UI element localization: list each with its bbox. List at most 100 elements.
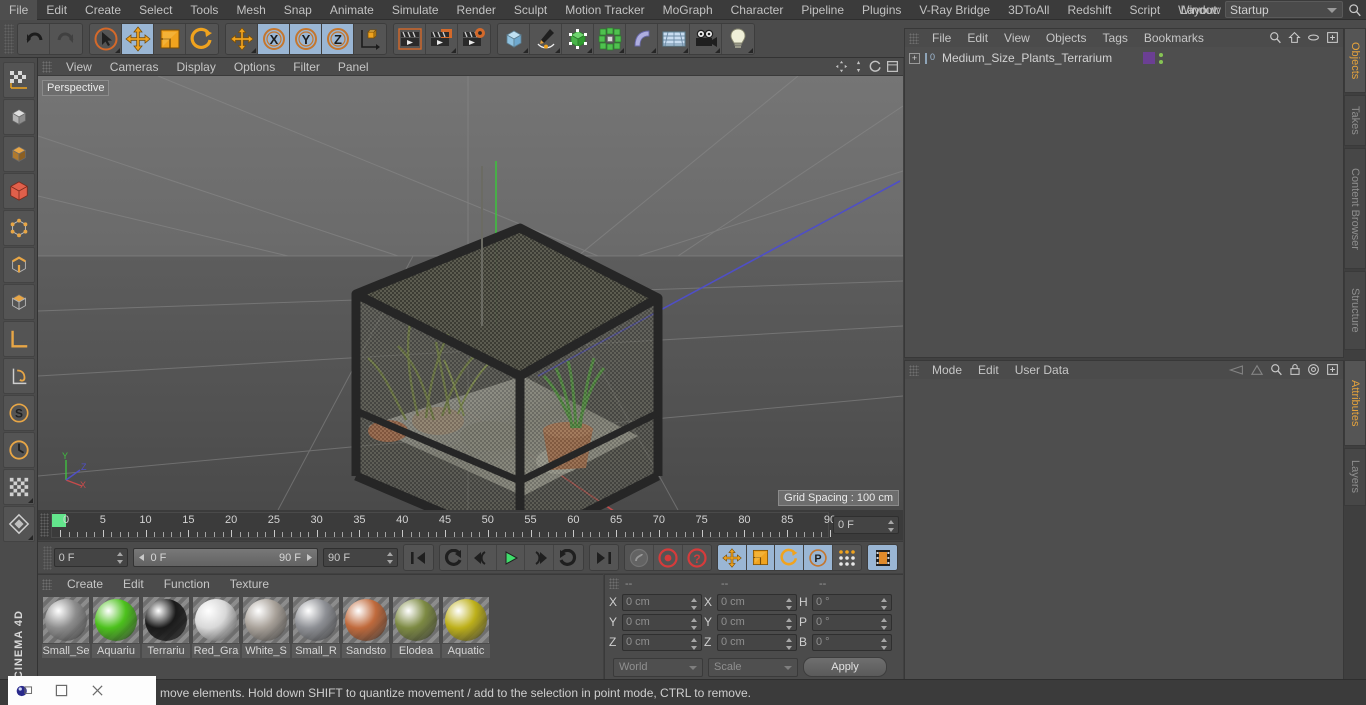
menu-item-motion-tracker[interactable]: Motion Tracker xyxy=(556,0,653,20)
rotation-input-1[interactable]: 0 ° xyxy=(812,613,892,631)
current-frame-input[interactable]: 0 F xyxy=(53,548,129,567)
move-dup-button[interactable] xyxy=(226,23,258,54)
menu-item-create[interactable]: Create xyxy=(76,0,130,20)
undo-button[interactable] xyxy=(18,23,50,54)
search-icon[interactable] xyxy=(1269,31,1282,44)
polygon-mode-button[interactable] xyxy=(2,173,35,209)
deformer-button[interactable] xyxy=(626,23,658,54)
go-to-start-button[interactable] xyxy=(403,545,433,570)
close-window-icon[interactable] xyxy=(88,682,106,700)
viewport-solo-button[interactable] xyxy=(2,432,35,468)
keyframe-selection-button[interactable]: ? xyxy=(682,545,712,570)
workplane-button[interactable] xyxy=(2,321,35,357)
size-input-2[interactable]: 0 cm xyxy=(717,633,797,651)
transport-grip[interactable] xyxy=(43,545,52,570)
viewport-menu-cameras[interactable]: Cameras xyxy=(101,58,168,76)
menu-item-redshift[interactable]: Redshift xyxy=(1058,0,1120,20)
menu-item-mograph[interactable]: MoGraph xyxy=(654,0,722,20)
material-tag-icon[interactable] xyxy=(1143,52,1155,64)
viewport-menu-view[interactable]: View xyxy=(57,58,101,76)
viewport-canvas[interactable]: Perspective Grid Spacing : 100 cm Y Z X xyxy=(38,76,903,510)
position-key-button[interactable] xyxy=(718,545,747,570)
menu-item-sculpt[interactable]: Sculpt xyxy=(505,0,556,20)
search-icon[interactable] xyxy=(1348,3,1362,17)
play-reverse-loop-button[interactable] xyxy=(439,545,469,570)
enable-axis-button[interactable] xyxy=(2,358,35,394)
material-swatch[interactable]: Small_Se xyxy=(42,597,90,658)
go-to-end-button[interactable] xyxy=(589,545,619,570)
range-left-handle-icon[interactable] xyxy=(137,553,146,562)
menu-item-character[interactable]: Character xyxy=(722,0,793,20)
lock-x-button[interactable]: X xyxy=(258,23,290,54)
previous-frame-button[interactable] xyxy=(468,545,497,570)
menu-item-edit[interactable]: Edit xyxy=(37,0,76,20)
live-selection-button[interactable] xyxy=(90,23,122,54)
menu-item-3dtoall[interactable]: 3DToAll xyxy=(999,0,1058,20)
attribute-menu-user-data[interactable]: User Data xyxy=(1007,361,1077,379)
workplane-lock-button[interactable] xyxy=(2,506,35,542)
edge-mode-button[interactable] xyxy=(2,247,35,283)
maximize-window-icon[interactable] xyxy=(52,682,70,700)
object-menu-objects[interactable]: Objects xyxy=(1038,29,1095,47)
stepper-icon[interactable] xyxy=(888,520,895,532)
right-nav-icon[interactable] xyxy=(1250,364,1264,376)
lock-y-button[interactable]: Y xyxy=(290,23,322,54)
viewport-menu-filter[interactable]: Filter xyxy=(284,58,329,76)
mograph-button[interactable] xyxy=(594,23,626,54)
max-frame-input[interactable]: 90 F xyxy=(323,548,398,567)
snap-settings-button[interactable] xyxy=(2,469,35,505)
generator-button[interactable] xyxy=(562,23,594,54)
light-button[interactable] xyxy=(722,23,754,54)
scale-key-button[interactable] xyxy=(746,545,776,570)
menu-item-render[interactable]: Render xyxy=(448,0,505,20)
position-input-1[interactable]: 0 cm xyxy=(622,613,702,631)
coordinate-mode-select[interactable]: Scale xyxy=(708,657,798,677)
pan-icon[interactable] xyxy=(835,60,848,73)
coordinates-grip[interactable] xyxy=(609,578,619,589)
coordinate-system-select[interactable]: World xyxy=(613,657,703,677)
stepper-icon[interactable] xyxy=(786,597,793,610)
left-nav-icon[interactable] xyxy=(1228,364,1244,376)
param-key-button[interactable]: P xyxy=(804,545,833,570)
render-settings-button[interactable] xyxy=(458,23,490,54)
next-frame-button[interactable] xyxy=(525,545,555,570)
expand-icon[interactable]: + xyxy=(909,52,920,64)
visibility-dots-icon[interactable] xyxy=(1159,52,1163,64)
menu-item-pipeline[interactable]: Pipeline xyxy=(792,0,853,20)
material-menu-texture[interactable]: Texture xyxy=(220,575,279,594)
camera-button[interactable] xyxy=(690,23,722,54)
object-menu-view[interactable]: View xyxy=(996,29,1038,47)
apply-button[interactable]: Apply xyxy=(803,657,887,677)
timeline-ruler[interactable]: 0 5 10 15 20 25 30 35 40 45 50 55 60 65 70 75 80 85 90 xyxy=(51,512,836,538)
object-menu-edit[interactable]: Edit xyxy=(959,29,996,47)
render-region-button[interactable] xyxy=(426,23,458,54)
viewport-menu-options[interactable]: Options xyxy=(225,58,284,76)
object-menu-tags[interactable]: Tags xyxy=(1095,29,1136,47)
point-level-anim-button[interactable] xyxy=(832,545,862,570)
stepper-icon[interactable] xyxy=(786,617,793,630)
material-swatch[interactable]: Aquatic xyxy=(442,597,490,658)
menu-item-snap[interactable]: Snap xyxy=(275,0,321,20)
right-tab-layers[interactable]: Layers xyxy=(1344,448,1366,506)
attribute-content-area[interactable] xyxy=(905,379,1343,704)
menu-item-animate[interactable]: Animate xyxy=(321,0,383,20)
material-swatch[interactable]: Sandsto xyxy=(342,597,390,658)
stepper-icon[interactable] xyxy=(691,637,698,650)
timeline-toggle-button[interactable] xyxy=(868,545,897,570)
rotation-key-button[interactable] xyxy=(775,545,805,570)
stepper-icon[interactable] xyxy=(386,552,394,564)
stepper-icon[interactable] xyxy=(881,617,888,630)
material-swatch[interactable]: Elodea xyxy=(392,597,440,658)
render-view-button[interactable] xyxy=(394,23,426,54)
menu-item-script[interactable]: Script xyxy=(1120,0,1169,20)
timeline-grip[interactable] xyxy=(40,513,49,537)
add-icon[interactable] xyxy=(1326,363,1339,376)
search-icon[interactable] xyxy=(1270,363,1283,376)
menu-item-select[interactable]: Select xyxy=(130,0,181,20)
material-menu-create[interactable]: Create xyxy=(57,575,113,594)
stepper-icon[interactable] xyxy=(786,637,793,650)
menu-item-plugins[interactable]: Plugins xyxy=(853,0,910,20)
menu-item-tools[interactable]: Tools xyxy=(181,0,227,20)
redo-button[interactable] xyxy=(50,23,82,54)
right-tab-structure[interactable]: Structure xyxy=(1344,271,1366,350)
